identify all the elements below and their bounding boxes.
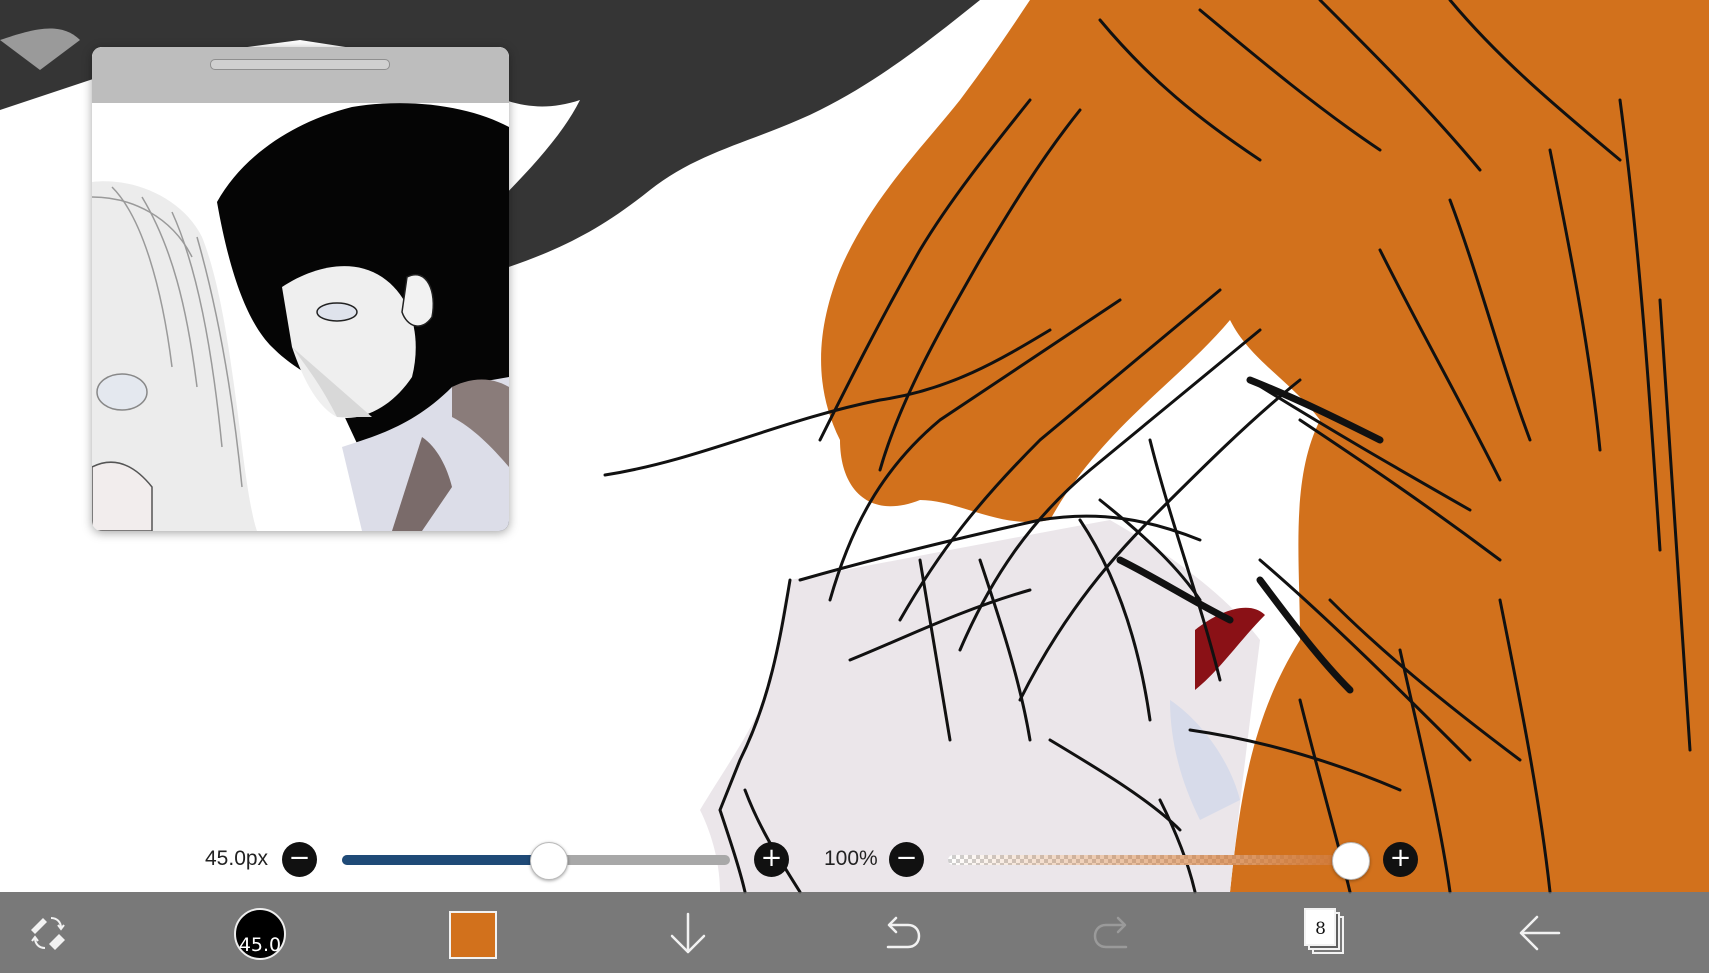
brush-settings-button[interactable]: 45.0	[234, 908, 286, 960]
opacity-slider[interactable]	[948, 855, 1350, 865]
reference-window[interactable]	[92, 47, 509, 531]
opacity-slider-thumb[interactable]	[1332, 842, 1370, 880]
undo-button[interactable]	[873, 892, 928, 973]
opacity-value: 100%	[824, 847, 878, 870]
download-button[interactable]	[660, 892, 715, 973]
back-button[interactable]	[1510, 892, 1570, 973]
pen-eraser-switch-icon	[30, 916, 65, 950]
undo-icon	[886, 916, 920, 948]
layer-count: 8	[1315, 919, 1326, 939]
plus-icon: +	[1389, 843, 1412, 873]
brush-size-label: 45.0	[238, 934, 282, 956]
minus-icon: −	[288, 843, 311, 873]
arrow-down-icon	[670, 912, 705, 953]
opacity-minus-button[interactable]: −	[889, 842, 924, 877]
brush-size-slider-fill	[342, 855, 548, 865]
arrow-left-icon	[1519, 915, 1561, 950]
brush-size-value: 45.0px	[205, 847, 269, 870]
brush-size-minus-button[interactable]: −	[282, 842, 317, 877]
reference-window-header[interactable]	[92, 47, 509, 103]
redo-button[interactable]	[1085, 892, 1140, 973]
drag-handle-icon[interactable]	[210, 59, 390, 70]
minus-icon: −	[895, 843, 918, 873]
color-picker-button[interactable]	[449, 911, 497, 959]
brush-size-plus-button[interactable]: +	[754, 842, 789, 877]
opacity-plus-button[interactable]: +	[1383, 842, 1418, 877]
layers-button[interactable]: 8	[1300, 905, 1350, 959]
reference-image	[92, 47, 509, 531]
brush-size-slider-thumb[interactable]	[529, 842, 568, 880]
plus-icon: +	[760, 843, 783, 873]
tool-switch-button[interactable]	[20, 892, 75, 973]
redo-icon	[1093, 916, 1127, 948]
